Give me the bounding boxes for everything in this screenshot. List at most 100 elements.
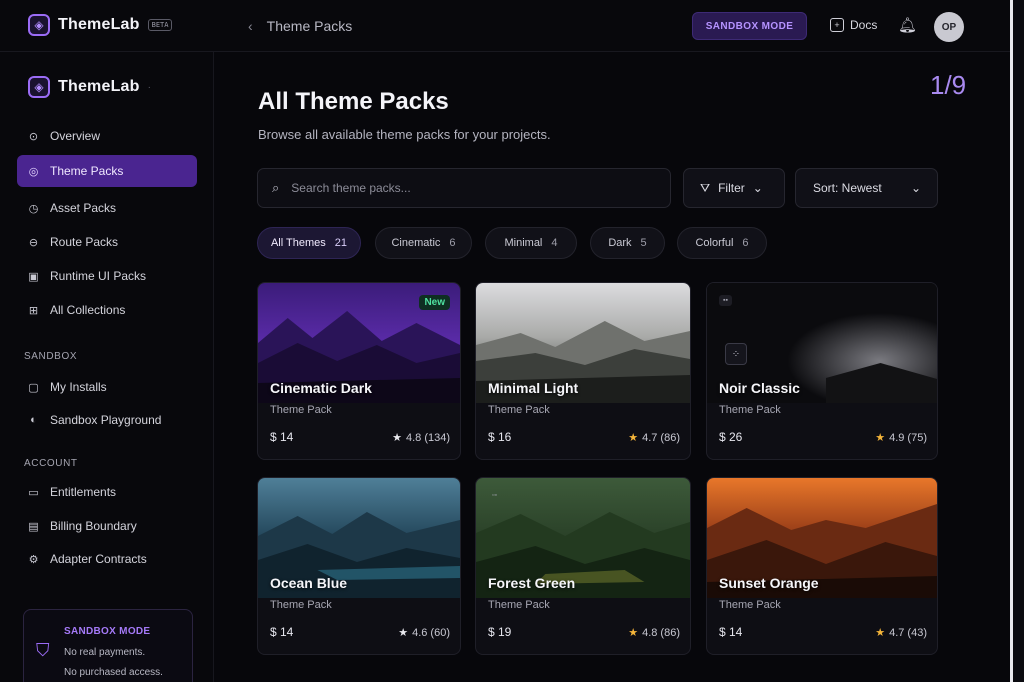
sidebar-item-label: Adapter Contracts [50, 552, 147, 566]
card-subtitle: Theme Pack [719, 404, 781, 416]
sidebar-item-label: My Installs [50, 380, 107, 394]
rating-value: 4.8 (134) [405, 431, 450, 444]
star-icon: ★ [628, 627, 639, 639]
chip-count: 4 [551, 237, 558, 249]
chip-dark[interactable]: Dark 5 [590, 227, 665, 259]
chip-label: Dark [608, 237, 632, 249]
asset-icon: ◷ [28, 202, 39, 215]
docs-icon: + [830, 18, 844, 32]
rating-value: 4.7 (43) [889, 626, 927, 639]
card-rating: ★ 4.7 (86) [628, 431, 680, 445]
back-chevron-icon[interactable]: ‹ [248, 18, 253, 34]
filter-label: Filter [718, 181, 745, 195]
chip-count: 6 [742, 237, 749, 249]
sidebar-item-billing-boundary[interactable]: ▤ Billing Boundary [17, 510, 197, 542]
card-rating: ★ 4.9 (75) [875, 431, 927, 445]
theme-card-ocean-blue[interactable]: Ocean Blue Theme Pack $ 14 ★ 4.6 (60) [257, 477, 461, 655]
chip-label: Colorful [695, 237, 734, 249]
sandbox-card-title: SANDBOX MODE [64, 626, 151, 637]
topbar-brand[interactable]: ◈ ThemeLab BETA [28, 14, 173, 36]
chip-count: 21 [334, 237, 348, 249]
pagination-counter: 1/9 [930, 70, 967, 100]
account-section-heading: ACCOUNT [24, 458, 78, 469]
avatar[interactable]: OP [934, 12, 964, 42]
beta-chip: BETA [147, 19, 173, 31]
card-subtitle: Theme Pack [270, 599, 332, 611]
playground-icon: ◐ [30, 414, 37, 426]
filter-button[interactable]: ⛛ Filter ⌄ [683, 168, 785, 208]
chip-count: 6 [449, 237, 456, 249]
theme-card-sunset-orange[interactable]: Sunset Orange Theme Pack $ 14 ★ 4.7 (43) [706, 477, 938, 655]
docs-link[interactable]: + Docs [830, 18, 877, 32]
sidebar-item-sandbox-playground[interactable]: ◐ Sandbox Playground [17, 404, 197, 436]
sidebar-item-label: Billing Boundary [50, 519, 137, 533]
sidebar-item-entitlements[interactable]: ▭ Entitlements [17, 476, 197, 508]
installs-icon: ▢ [28, 381, 39, 394]
theme-card-minimal-light[interactable]: Minimal Light Theme Pack $ 16 ★ 4.7 (86) [475, 282, 691, 460]
adapter-icon: ⚙︎ [28, 553, 39, 566]
brand-name: ThemeLab [58, 16, 140, 33]
rating-value: 4.7 (86) [642, 431, 680, 444]
sidebar-item-label: Overview [50, 129, 101, 143]
sidebar-brand[interactable]: ◈ ThemeLab · [28, 76, 151, 98]
shield-icon: ⛉ [36, 640, 50, 660]
card-title: Ocean Blue [270, 575, 348, 591]
collections-icon: ⊞ [28, 304, 39, 317]
pack-tag: ▫▫ [492, 492, 497, 499]
sidebar-item-theme-packs[interactable]: ◎ Theme Packs [17, 155, 197, 187]
star-icon: ★ [628, 432, 639, 444]
sidebar-item-overview[interactable]: ⊙ Overview [17, 120, 197, 152]
grid-icon: ⁘ [725, 343, 747, 365]
window-edge-pane [1013, 0, 1024, 682]
chip-all-themes[interactable]: All Themes 21 [257, 227, 361, 259]
sort-dropdown[interactable]: Sort: Newest ⌄ [795, 168, 938, 208]
bell-icon[interactable]: 🔔︎ [898, 16, 917, 34]
rating-value: 4.6 (60) [412, 626, 450, 639]
theme-card-noir-classic[interactable]: ▪▪ ⁘ Noir Classic Theme Pack $ 26 ★ 4.9 … [706, 282, 938, 460]
top-bar: ◈ ThemeLab BETA ‹ Theme Packs SANDBOX MO… [0, 0, 1012, 52]
palette-icon: ◎ [28, 165, 39, 178]
brand-dropdown-icon: · [147, 81, 151, 93]
search-input[interactable] [291, 181, 632, 195]
sandbox-mode-button[interactable]: SANDBOX MODE [692, 12, 807, 40]
card-rating: ★ 4.8 (134) [392, 431, 450, 445]
theme-card-forest-green[interactable]: ▫▫ Forest Green Theme Pack $ 19 ★ 4.8 (8… [475, 477, 691, 655]
sidebar-brand-name: ThemeLab [58, 78, 140, 95]
sidebar-item-all-collections[interactable]: ⊞ All Collections [17, 294, 197, 326]
sidebar-item-asset-packs[interactable]: ◷ Asset Packs [17, 192, 197, 224]
sort-label: Sort: Newest [813, 181, 882, 195]
card-rating: ★ 4.6 (60) [398, 626, 450, 640]
sidebar-item-adapter-contracts[interactable]: ⚙︎ Adapter Contracts [17, 543, 197, 575]
themelab-logo-icon: ◈ [28, 14, 50, 36]
search-box[interactable]: ⌕ [257, 168, 671, 208]
sidebar-item-label: Runtime UI Packs [50, 269, 147, 283]
chip-minimal[interactable]: Minimal 4 [485, 227, 577, 259]
filter-icon: ⛛ [700, 180, 711, 195]
sidebar-item-route-packs[interactable]: ⊖ Route Packs [17, 226, 197, 258]
chip-label: Minimal [504, 237, 543, 249]
card-price: $ 14 [719, 625, 743, 639]
sandbox-section-heading: SANDBOX [24, 351, 78, 362]
card-rating: ★ 4.8 (86) [628, 626, 680, 640]
card-title: Sunset Orange [719, 575, 819, 591]
chip-count: 5 [640, 237, 647, 249]
theme-card-cinematic-dark[interactable]: New Cinematic Dark Theme Pack $ 14 ★ 4.8… [257, 282, 461, 460]
chip-colorful[interactable]: Colorful 6 [677, 227, 767, 259]
card-title: Cinematic Dark [270, 380, 372, 396]
star-icon: ★ [392, 432, 402, 444]
chip-cinematic[interactable]: Cinematic 6 [375, 227, 472, 259]
card-title: Noir Classic [719, 380, 800, 396]
page-subtitle: Browse all available theme packs for you… [258, 127, 551, 142]
card-subtitle: Theme Pack [488, 599, 550, 611]
sidebar-item-runtime-ui-packs[interactable]: ▣ Runtime UI Packs [17, 260, 197, 292]
card-subtitle: Theme Pack [270, 404, 332, 416]
card-price: $ 14 [270, 430, 294, 444]
runtime-icon: ▣ [28, 270, 39, 283]
sidebar-item-my-installs[interactable]: ▢ My Installs [17, 371, 197, 403]
rating-value: 4.9 (75) [889, 431, 927, 444]
sandbox-card-line2: No purchased access. [64, 667, 163, 678]
sandbox-card-line1: No real payments. [64, 647, 146, 658]
chip-label: All Themes [270, 237, 326, 249]
themelab-logo-icon: ◈ [28, 76, 50, 98]
star-icon: ★ [398, 627, 409, 639]
